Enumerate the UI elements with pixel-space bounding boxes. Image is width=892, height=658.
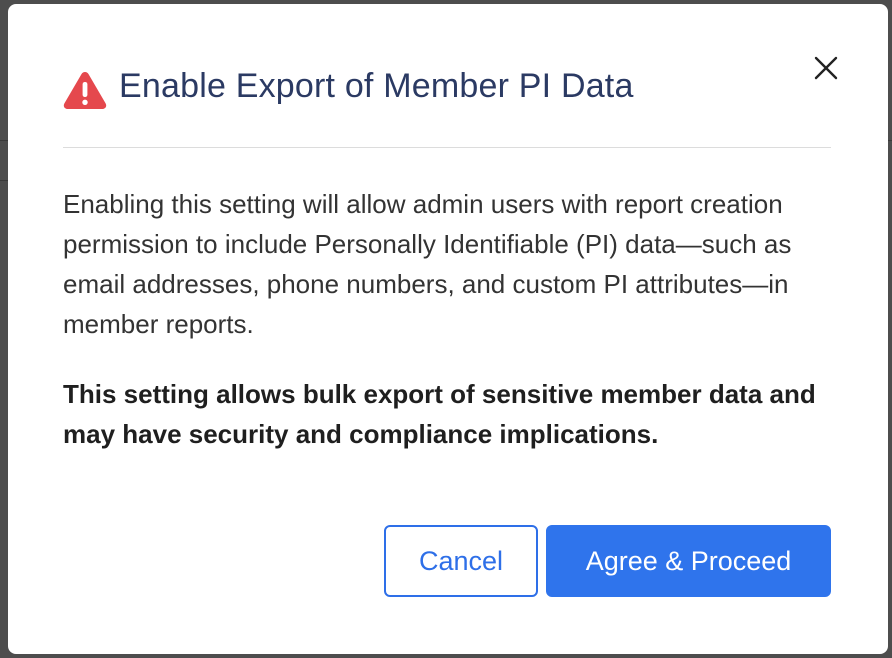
- dialog-description: Enabling this setting will allow admin u…: [63, 189, 792, 339]
- close-icon: [814, 56, 838, 80]
- warning-triangle-icon: [63, 70, 107, 110]
- dialog-title: Enable Export of Member PI Data: [119, 67, 634, 105]
- dialog-header: Enable Export of Member PI Data: [63, 60, 833, 120]
- agree-proceed-button[interactable]: Agree & Proceed: [546, 525, 831, 597]
- background-divider: [0, 180, 8, 181]
- header-divider: [63, 147, 831, 148]
- background-divider: [0, 140, 8, 141]
- cancel-button[interactable]: Cancel: [384, 525, 538, 597]
- dialog-warning: This setting allows bulk export of sensi…: [63, 379, 816, 449]
- close-button[interactable]: [812, 54, 840, 82]
- export-pi-dialog: Enable Export of Member PI Data Enabling…: [8, 4, 888, 654]
